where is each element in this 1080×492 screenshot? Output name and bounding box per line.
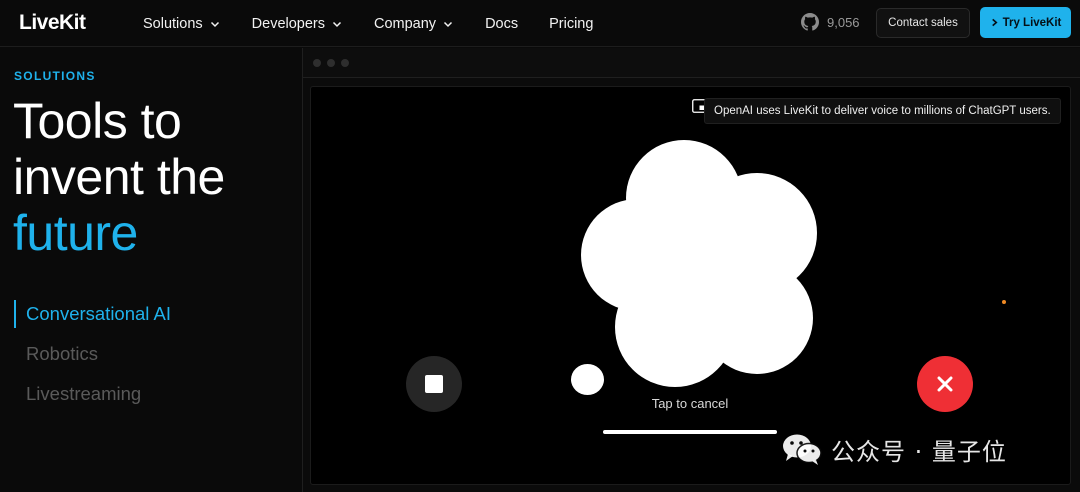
close-icon <box>937 376 953 392</box>
demo-caption: OpenAI uses LiveKit to deliver voice to … <box>704 98 1061 124</box>
small-voice-bubble <box>571 364 604 395</box>
cancel-call-button[interactable] <box>917 356 973 412</box>
watermark-text: 公众号 · 量子位 <box>831 437 1007 466</box>
stop-icon <box>425 375 443 393</box>
watermark: 公众号 · 量子位 <box>781 432 1007 466</box>
page: LiveKit Solutions Developers Company Doc… <box>0 0 1080 492</box>
voice-orb <box>581 140 817 387</box>
home-indicator <box>603 430 777 434</box>
tap-to-cancel-label: Tap to cancel <box>651 396 729 411</box>
status-dot <box>1002 300 1006 304</box>
stop-button[interactable] <box>406 356 462 412</box>
wechat-icon <box>783 434 822 465</box>
